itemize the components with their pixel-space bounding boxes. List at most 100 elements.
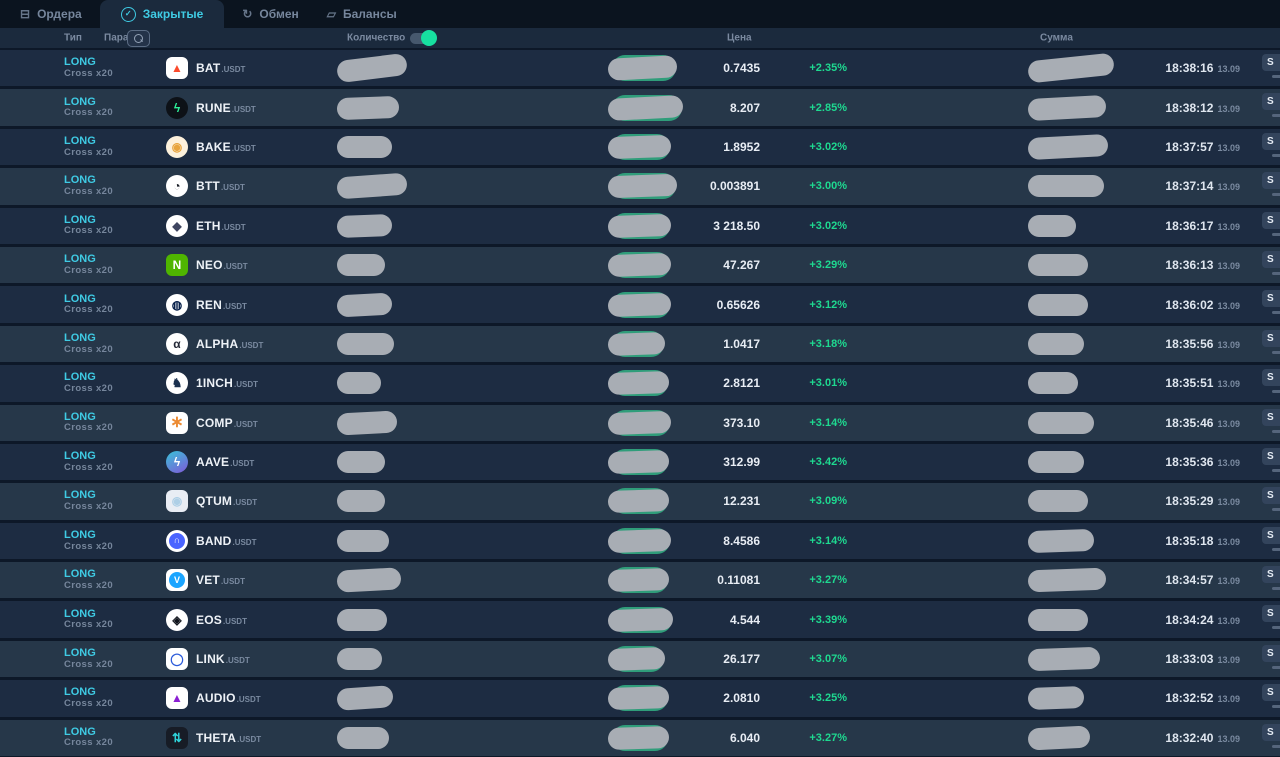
price-change: +3.14% — [809, 416, 847, 429]
table-row[interactable]: LONG Cross x20 ϟ RUNE.USDT 8.207 +2.85% … — [0, 89, 1280, 129]
position-direction: LONG — [64, 410, 96, 423]
close-time: 18:35:46 13.09 — [1165, 414, 1240, 432]
price-redacted-blob — [607, 685, 670, 712]
close-time-value: 18:34:57 — [1165, 573, 1214, 588]
side-s-button[interactable]: S — [1262, 369, 1280, 387]
close-date: 13.09 — [1217, 418, 1240, 429]
side-s-button[interactable]: S — [1262, 526, 1280, 544]
side-s-button[interactable]: S — [1262, 93, 1280, 111]
price-redacted-overlay — [607, 725, 670, 750]
price-change: +3.09% — [809, 495, 847, 508]
table-row[interactable]: LONG Cross x20 ◍ REN.USDT 0.65626 +3.12%… — [0, 286, 1280, 326]
side-s-button[interactable]: S — [1262, 211, 1280, 229]
table-row[interactable]: LONG Cross x20 ◆ ETH.USDT 3 218.50 +3.02… — [0, 207, 1280, 247]
table-row[interactable]: LONG Cross x20 ⇅ THETA.USDT 6.040 +3.27%… — [0, 719, 1280, 757]
coin-glyph: N — [172, 258, 182, 273]
table-row[interactable]: LONG Cross x20 ▲ AUDIO.USDT 2.0810 +3.25… — [0, 680, 1280, 720]
quantity-redacted-blob — [336, 172, 408, 200]
side-s-button[interactable]: S — [1262, 408, 1280, 426]
table-row[interactable]: LONG Cross x20 ◯ LINK.USDT 26.177 +3.07%… — [0, 640, 1280, 681]
position-direction: LONG — [64, 292, 96, 305]
pair-label: ALPHA.USDT — [196, 336, 264, 351]
pair-cell: ◉ QTUM.USDT — [166, 490, 257, 513]
table-row[interactable]: LONG Cross x20 ◔ BTT.USDT 0.003891 +3.00… — [0, 168, 1280, 208]
side-s-button[interactable]: S — [1262, 566, 1280, 584]
table-row[interactable]: LONG Cross x20 ◉ QTUM.USDT 12.231 +3.09%… — [0, 483, 1280, 523]
tab-orders[interactable]: ⊟ Ордера — [6, 0, 96, 28]
pair-label: NEO.USDT — [196, 258, 248, 273]
price-change: +3.02% — [809, 140, 847, 153]
pair-label: BAND.USDT — [196, 533, 257, 548]
margin-mode: Cross x20 — [64, 658, 114, 670]
position-direction: LONG — [64, 529, 96, 542]
bake-coin-icon: ◉ — [166, 135, 188, 158]
price-change: +2.35% — [809, 62, 847, 75]
quantity-redacted-blob — [337, 726, 389, 749]
table-row[interactable]: LONG Cross x20 ◉ BAKE.USDT 1.8952 +3.02%… — [0, 128, 1280, 169]
price-redacted-blob — [607, 606, 674, 633]
side-s-button[interactable]: S — [1262, 447, 1280, 465]
close-date: 13.09 — [1217, 339, 1240, 350]
coin-glyph: ϟ — [173, 455, 181, 470]
side-s-button[interactable]: S — [1262, 132, 1280, 150]
table-row[interactable]: LONG Cross x20 ◈ EOS.USDT 4.544 +3.39% 1… — [0, 601, 1280, 641]
table-row[interactable]: LONG Cross x20 ϟ AAVE.USDT 312.99 +3.42%… — [0, 443, 1280, 484]
tab-balances[interactable]: ▱ Балансы — [313, 0, 411, 28]
quantity-redacted-blob — [337, 332, 394, 355]
close-time: 18:36:17 13.09 — [1165, 217, 1240, 235]
table-row[interactable]: LONG Cross x20 ♞ 1INCH.USDT 2.8121 +3.01… — [0, 365, 1280, 405]
quantity-redacted-blob — [336, 410, 398, 436]
table-row[interactable]: LONG Cross x20 ∩ BAND.USDT 8.4586 +3.14%… — [0, 522, 1280, 563]
side-s-button[interactable]: S — [1262, 250, 1280, 268]
side-dash — [1272, 193, 1280, 197]
side-s-button[interactable]: S — [1262, 644, 1280, 662]
sum-redacted-blob — [1028, 608, 1088, 631]
tab-closed[interactable]: ✓ Закрытые — [99, 0, 225, 28]
price-value: 373.10 — [723, 415, 760, 430]
side-s-button[interactable]: S — [1262, 172, 1280, 190]
price-change: +3.14% — [809, 534, 847, 547]
comp-coin-icon: ∗ — [166, 411, 188, 434]
close-date: 13.09 — [1217, 694, 1240, 705]
pair-label: THETA.USDT — [196, 730, 262, 745]
margin-mode: Cross x20 — [64, 737, 114, 749]
position-direction: LONG — [64, 489, 96, 502]
close-time: 18:35:18 13.09 — [1165, 532, 1240, 550]
pair-label: BAT.USDT — [196, 61, 246, 76]
close-time: 18:35:29 13.09 — [1165, 492, 1240, 510]
coin-glyph: ◉ — [171, 139, 183, 154]
table-row[interactable]: LONG Cross x20 V VET.USDT 0.11081 +3.27%… — [0, 562, 1280, 602]
price-change: +3.07% — [809, 653, 847, 666]
close-date: 13.09 — [1217, 576, 1240, 587]
side-s-button[interactable]: S — [1262, 329, 1280, 347]
position-direction: LONG — [64, 253, 96, 266]
table-row[interactable]: LONG Cross x20 N NEO.USDT 47.267 +3.29% … — [0, 246, 1280, 287]
position-type-cell: LONG Cross x20 — [64, 450, 113, 474]
side-s-button[interactable]: S — [1262, 54, 1280, 71]
quantity-toggle[interactable] — [410, 30, 437, 46]
side-s-button[interactable]: S — [1262, 684, 1280, 702]
side-s-button[interactable]: S — [1262, 723, 1280, 741]
price-value: 0.11081 — [717, 573, 760, 588]
coin-glyph: ◔ — [173, 179, 181, 194]
table-row[interactable]: LONG Cross x20 ▲ BAT.USDT 0.7435 +2.35% … — [0, 50, 1280, 90]
margin-mode: Cross x20 — [64, 107, 114, 119]
side-dash — [1272, 114, 1280, 118]
table-row[interactable]: LONG Cross x20 ∗ COMP.USDT 373.10 +3.14%… — [0, 404, 1280, 444]
close-time-value: 18:32:40 — [1165, 730, 1214, 745]
side-s-button[interactable]: S — [1262, 290, 1280, 308]
margin-mode: Cross x20 — [64, 540, 114, 552]
side-s-button[interactable]: S — [1262, 605, 1280, 623]
side-s-button[interactable]: S — [1262, 487, 1280, 505]
search-button[interactable] — [127, 30, 150, 47]
position-type-cell: LONG Cross x20 — [64, 372, 113, 396]
table-row[interactable]: LONG Cross x20 α ALPHA.USDT 1.0417 +3.18… — [0, 325, 1280, 366]
pair-label: AAVE.USDT — [196, 455, 255, 470]
quantity-redacted-blob — [336, 213, 393, 238]
close-time: 18:36:13 13.09 — [1165, 256, 1240, 274]
position-type-cell: LONG Cross x20 — [64, 529, 113, 553]
margin-mode: Cross x20 — [64, 68, 114, 80]
close-date: 13.09 — [1217, 182, 1240, 193]
tab-exchange[interactable]: ↻ Обмен — [228, 0, 312, 28]
margin-mode: Cross x20 — [64, 580, 114, 592]
